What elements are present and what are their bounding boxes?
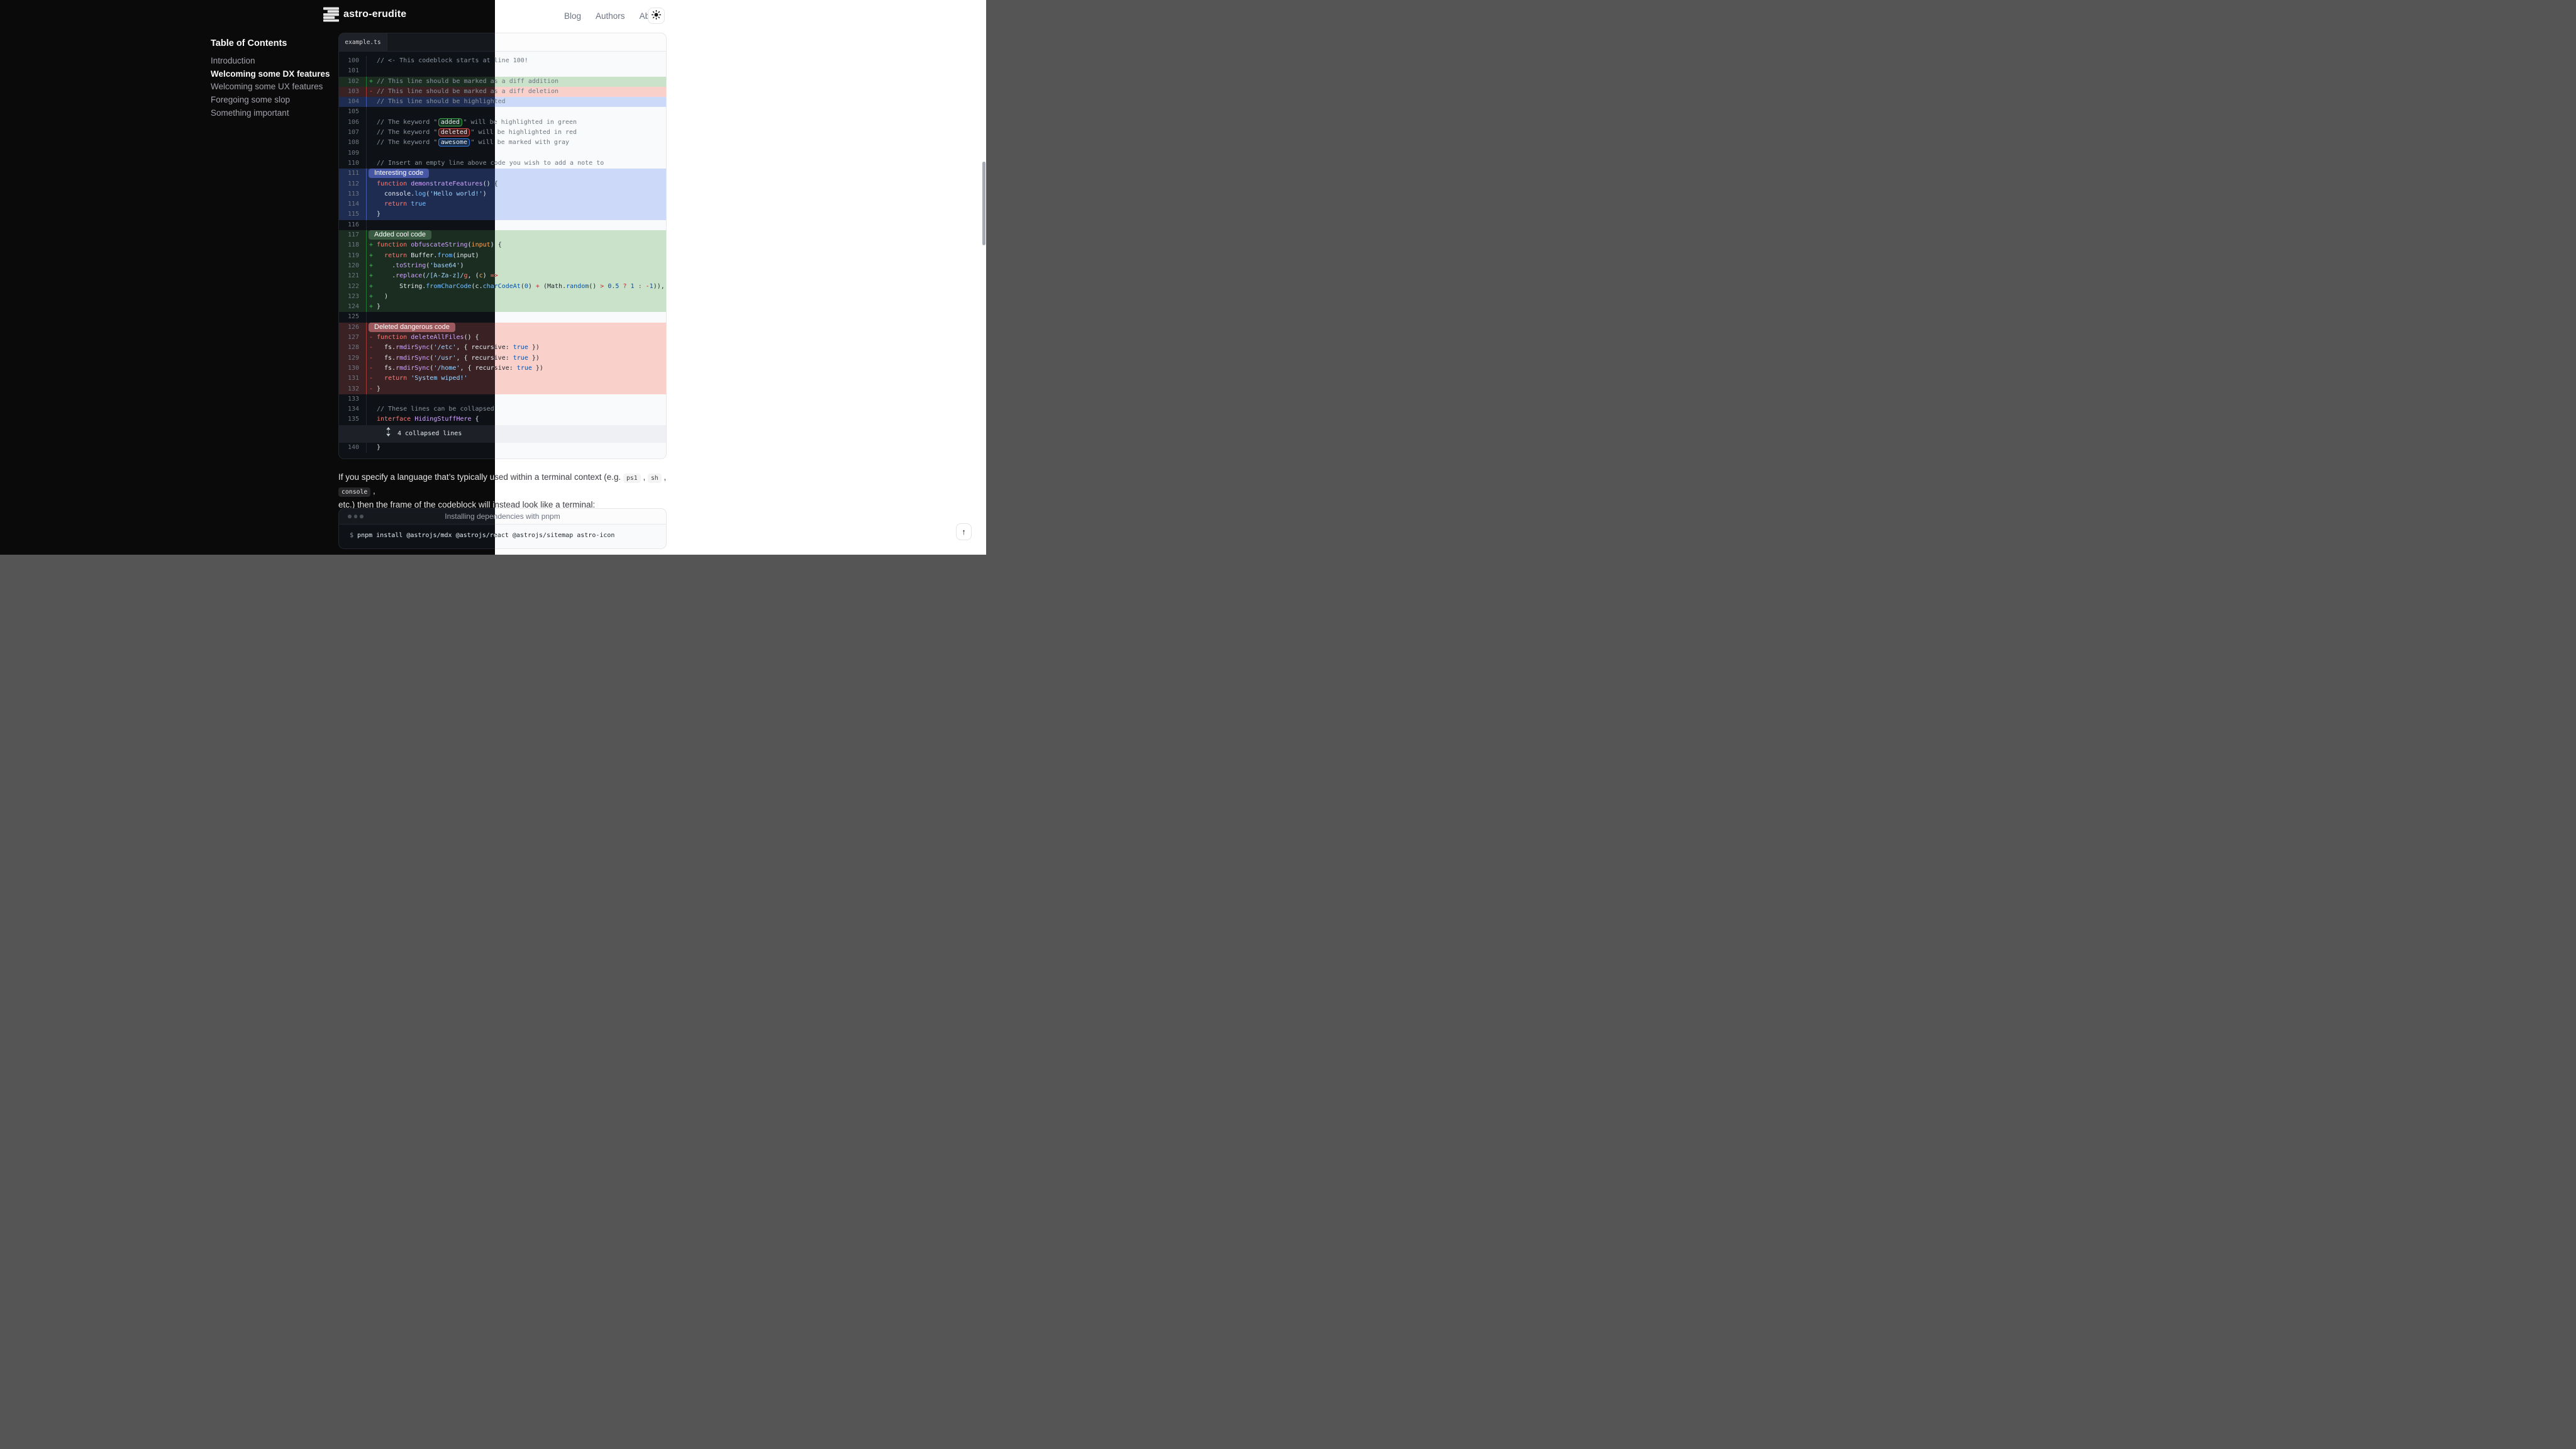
line-number: 127 (339, 333, 366, 343)
toc-title: Table of Contents (211, 39, 346, 48)
line-number: 124 (339, 302, 366, 312)
shell-prompt: $ (350, 532, 357, 539)
note-label: Added cool code (369, 230, 431, 240)
collapsed-lines-label: 4 collapsed lines (397, 430, 462, 437)
site-logo[interactable]: astro-erudite (323, 7, 406, 22)
toc-list: IntroductionWelcoming some DX featuresWe… (211, 55, 346, 120)
line-number: 101 (339, 66, 366, 76)
toc-item-1[interactable]: Introduction (211, 55, 346, 68)
diff-marker: - (369, 364, 373, 374)
line-number: 104 (339, 97, 366, 107)
line-number: 121 (339, 271, 366, 281)
nav-link-blog[interactable]: Blog (564, 11, 581, 21)
line-number: 129 (339, 353, 366, 364)
scroll-to-top-button[interactable]: ↑ (956, 523, 972, 540)
line-number: 140 (339, 443, 366, 453)
diff-marker: - (369, 353, 373, 364)
line-number: 135 (339, 414, 366, 425)
scrollbar-thumb[interactable] (982, 162, 985, 245)
terminal-window-dots (348, 514, 364, 518)
line-number: 116 (339, 220, 366, 230)
line-number: 123 (339, 292, 366, 302)
viewport: astro-erudite Blog Authors About (0, 0, 986, 555)
diff-marker: + (369, 251, 373, 261)
line-number: 111 (339, 169, 366, 179)
line-number: 100 (339, 56, 366, 66)
line-number: 131 (339, 374, 366, 384)
toc-item-3[interactable]: Welcoming some UX features (211, 80, 346, 94)
diff-marker: - (369, 333, 373, 343)
nav-link-authors[interactable]: Authors (596, 11, 625, 21)
inline-code: ps1 (623, 474, 641, 483)
line-number: 103 (339, 87, 366, 97)
note-label: Deleted dangerous code (369, 323, 455, 332)
diff-marker: + (369, 271, 373, 281)
diff-marker: - (369, 374, 373, 384)
line-number: 128 (339, 343, 366, 353)
code-tab-example-ts[interactable]: example.ts (339, 33, 387, 51)
line-number: 109 (339, 148, 366, 158)
line-number: 108 (339, 138, 366, 148)
line-number: 117 (339, 230, 366, 240)
line-number: 112 (339, 179, 366, 189)
logo-icon (323, 7, 339, 22)
sun-icon (652, 10, 661, 21)
diff-marker: + (369, 261, 373, 271)
line-number: 122 (339, 282, 366, 292)
line-number: 113 (339, 189, 366, 199)
diff-marker: + (369, 240, 373, 250)
toc-item-5[interactable]: Something important (211, 107, 346, 120)
toc-item-4[interactable]: Foregoing some slop (211, 94, 346, 107)
line-number: 118 (339, 240, 366, 250)
line-number: 106 (339, 118, 366, 128)
table-of-contents: Table of Contents IntroductionWelcoming … (211, 39, 346, 120)
line-number: 132 (339, 384, 366, 394)
diff-marker: + (369, 77, 373, 87)
diff-marker: + (369, 282, 373, 292)
line-number: 120 (339, 261, 366, 271)
toc-item-2[interactable]: Welcoming some DX features (211, 68, 346, 81)
line-number: 125 (339, 312, 366, 322)
line-number: 133 (339, 394, 366, 404)
theme-toggle-button[interactable] (648, 8, 665, 24)
line-number: 126 (339, 323, 366, 333)
line-number: 110 (339, 158, 366, 169)
diff-marker: - (369, 87, 373, 97)
line-number: 102 (339, 77, 366, 87)
arrow-up-icon: ↑ (962, 527, 966, 536)
line-number: 115 (339, 209, 366, 219)
site-title: astro-erudite (343, 9, 406, 20)
diff-marker: + (369, 302, 373, 312)
diff-marker: - (369, 384, 373, 394)
diff-marker: + (369, 292, 373, 302)
line-number: 119 (339, 251, 366, 261)
line-number: 134 (339, 404, 366, 414)
line-number: 105 (339, 107, 366, 117)
collapse-vertical-icon (386, 426, 391, 444)
line-number: 107 (339, 128, 366, 138)
line-number: 130 (339, 364, 366, 374)
note-label: Interesting code (369, 169, 429, 178)
line-number: 114 (339, 199, 366, 209)
diff-marker: - (369, 343, 373, 353)
main-nav: Blog Authors About (564, 0, 662, 31)
inline-code: sh (648, 474, 662, 483)
inline-code: console (338, 487, 370, 497)
